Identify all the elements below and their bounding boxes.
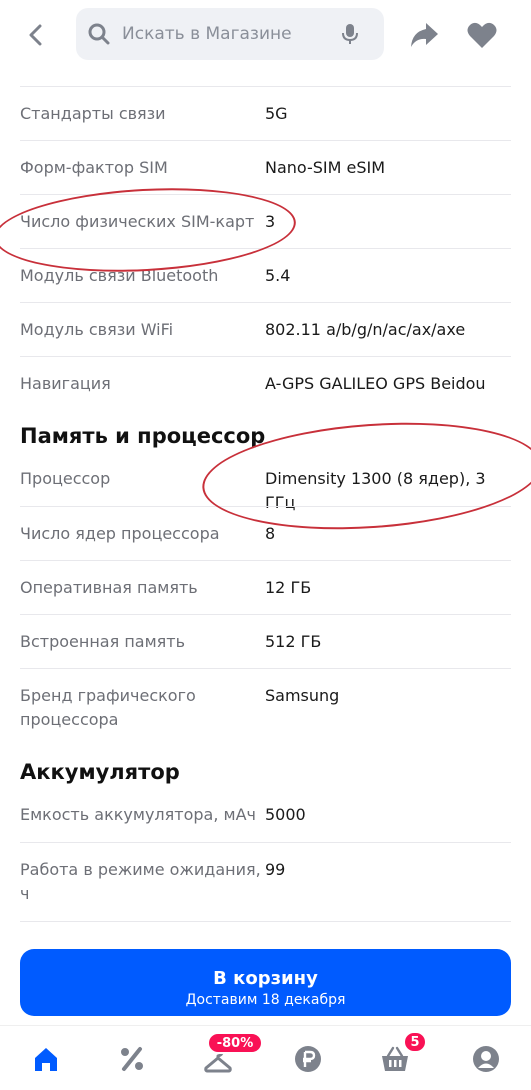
spec-row: Форм-фактор SIM Nano-SIM eSIM	[20, 140, 511, 194]
spec-value: 99	[265, 860, 286, 879]
bottom-navigation: -80% 5	[0, 1025, 531, 1090]
spec-label: Процессор	[20, 469, 111, 488]
spec-value: 802.11 a/b/g/n/ac/ax/axe	[265, 320, 466, 339]
spec-value: 8	[265, 524, 276, 543]
search-bar[interactable]	[76, 8, 384, 60]
add-to-cart-button[interactable]: В корзину Доставим 18 декабря	[20, 949, 511, 1016]
spec-value: 5.4	[265, 266, 291, 285]
spec-label: Встроенная память	[20, 632, 186, 651]
spec-value: 5G	[265, 104, 288, 123]
spec-label-continued: процессора	[20, 710, 119, 729]
discount-badge: -80%	[207, 1032, 263, 1054]
spec-label: Работа в режиме ожидания,	[20, 860, 261, 879]
chevron-left-icon	[29, 24, 42, 46]
top-bar	[0, 0, 531, 70]
spec-value: 3	[265, 212, 276, 231]
spec-row: Бренд графического процессора Samsung	[20, 668, 511, 750]
section-title-battery: Аккумулятор	[20, 760, 180, 784]
section-title-memory: Память и процессор	[20, 424, 266, 448]
spec-row: Навигация A-GPS GALILEO GPS Beidou	[20, 356, 511, 410]
search-icon	[88, 23, 110, 45]
spec-row: Число физических SIM-карт 3	[20, 194, 511, 248]
spec-row: Работа в режиме ожидания, ч 99	[20, 842, 511, 922]
heart-icon[interactable]	[466, 20, 498, 50]
percent-icon[interactable]	[117, 1044, 147, 1074]
spec-row: Оперативная память 12 ГБ	[20, 560, 511, 614]
spec-label: Число физических SIM-карт	[20, 212, 255, 231]
delivery-date-label: Доставим 18 декабря	[185, 992, 346, 1008]
spec-row: Модуль связи Bluetooth 5.4	[20, 248, 511, 302]
spec-row: Стандарты связи 5G	[20, 86, 511, 140]
spec-label: Модуль связи WiFi	[20, 320, 174, 339]
add-to-cart-label: В корзину	[213, 968, 318, 989]
spec-label: Стандарты связи	[20, 104, 166, 123]
spec-value: Nano-SIM eSIM	[265, 158, 386, 177]
spec-value: 512 ГБ	[265, 632, 322, 651]
spec-label: Число ядер процессора	[20, 524, 220, 543]
spec-label: Модуль связи Bluetooth	[20, 266, 219, 285]
spec-row: Число ядер процессора 8	[20, 506, 511, 560]
share-icon[interactable]	[408, 20, 440, 50]
spec-label: Оперативная память	[20, 578, 198, 597]
characteristics-list: Стандарты связи 5G Форм-фактор SIM Nano-…	[0, 86, 531, 922]
spec-row: Встроенная память 512 ГБ	[20, 614, 511, 668]
spec-label: Емкость аккумулятора, мАч	[20, 805, 256, 824]
home-icon[interactable]	[31, 1044, 61, 1074]
spec-label: Навигация	[20, 374, 111, 393]
cart-count-badge: 5	[403, 1031, 427, 1053]
spec-label-continued: ч	[20, 884, 30, 903]
spec-value: A-GPS GALILEO GPS Beidou	[265, 374, 486, 393]
spec-label: Форм-фактор SIM	[20, 158, 168, 177]
microphone-icon[interactable]	[338, 22, 362, 46]
spec-value: Samsung	[265, 686, 340, 705]
spec-label: Бренд графического	[20, 686, 196, 705]
spec-row: Процессор Dimensity 1300 (8 ядер), 3 ГГц	[20, 452, 511, 512]
spec-value: 5000	[265, 805, 306, 824]
profile-icon[interactable]	[471, 1044, 501, 1074]
ruble-icon[interactable]	[293, 1044, 323, 1074]
spec-row: Емкость аккумулятора, мАч 5000	[20, 788, 511, 842]
spec-row: Модуль связи WiFi 802.11 a/b/g/n/ac/ax/a…	[20, 302, 511, 356]
search-input[interactable]	[122, 24, 322, 44]
back-button[interactable]	[18, 17, 54, 53]
spec-value: 12 ГБ	[265, 578, 312, 597]
